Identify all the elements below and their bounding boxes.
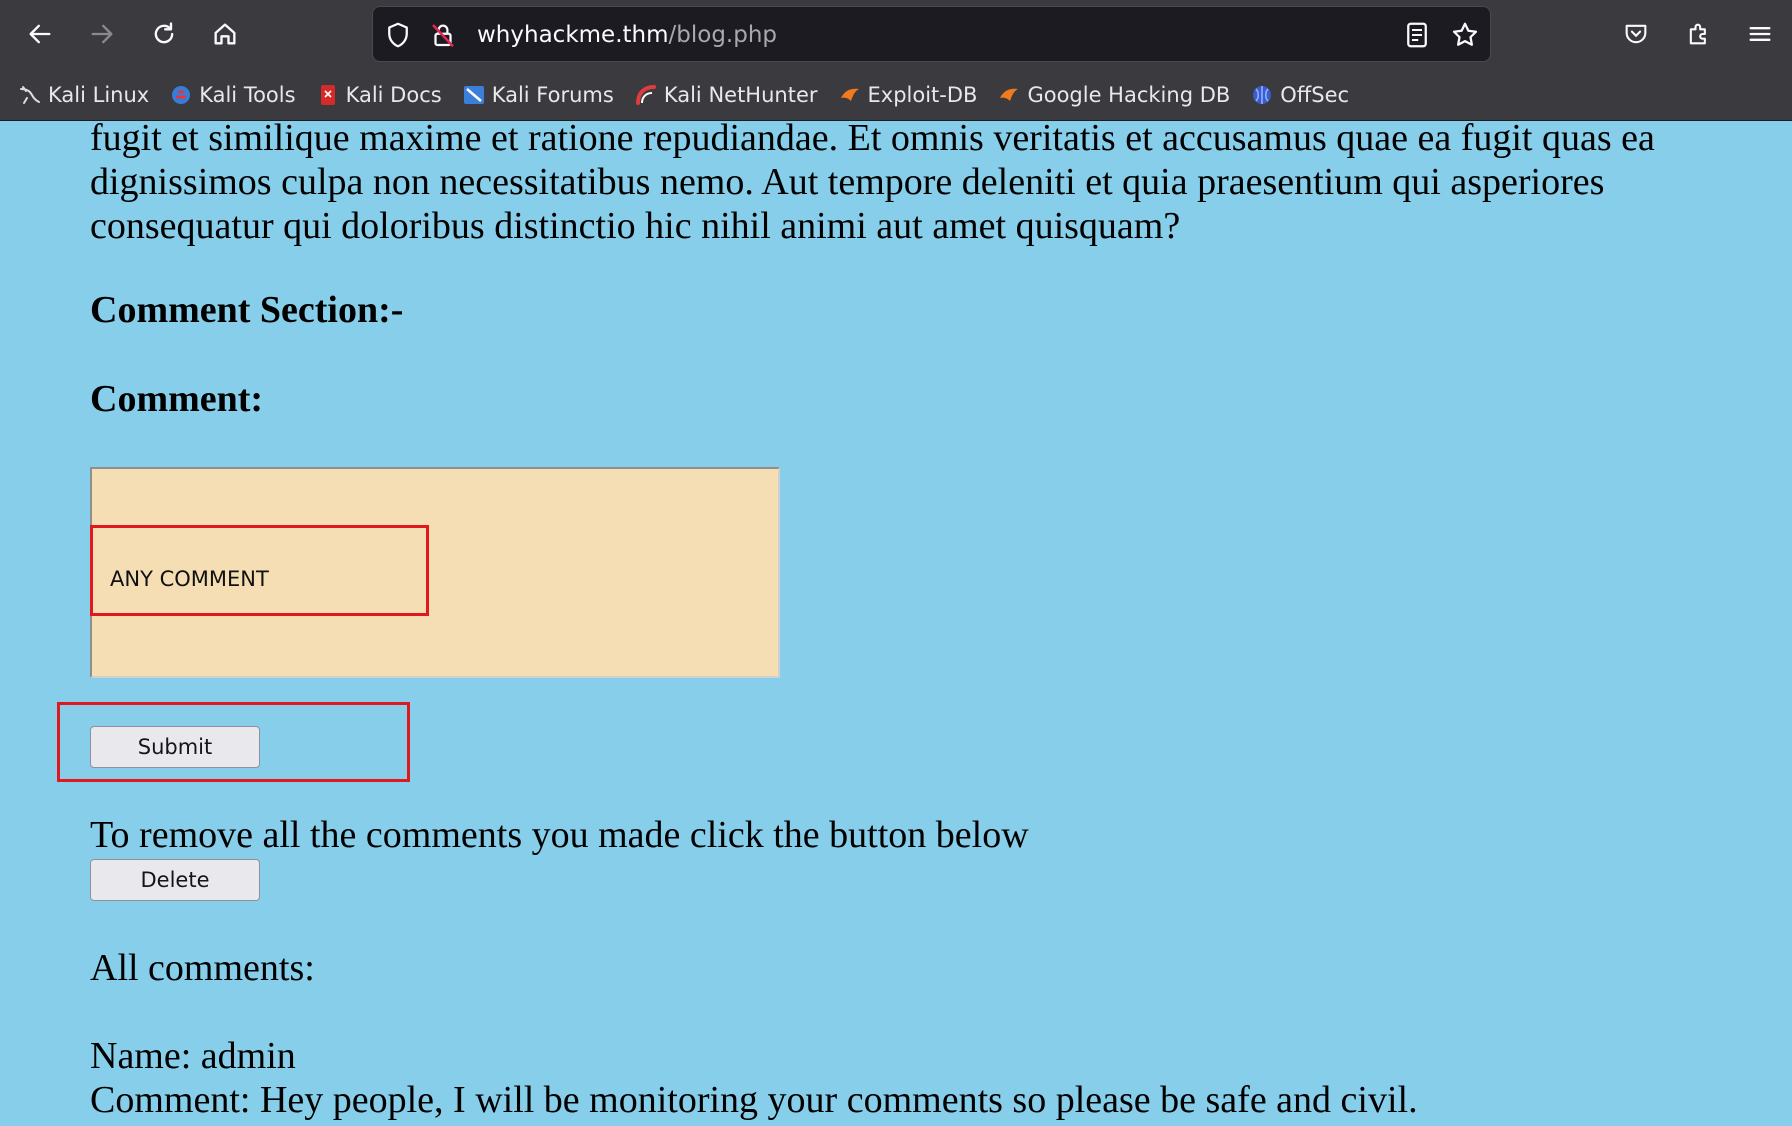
bookmark-kali-tools[interactable]: Kali Tools	[169, 83, 296, 107]
ghdb-icon	[1000, 88, 1019, 101]
comment-author: Name: admin	[90, 1035, 296, 1077]
all-comments-label: All comments:	[90, 947, 315, 989]
bookmark-label: Kali Docs	[345, 83, 442, 107]
delete-button[interactable]: Delete	[90, 859, 260, 901]
browser-toolbar: whyhackme.thm/blog.php Kali Linux Kali T…	[0, 0, 1792, 121]
bookmarks-bar: Kali Linux Kali Tools Kali Docs Kali For…	[18, 78, 1349, 112]
intro-paragraph: fugit et similique maxime et ratione rep…	[90, 117, 1655, 247]
comment-highlight-box	[90, 525, 429, 616]
url-text[interactable]: whyhackme.thm/blog.php	[477, 7, 777, 63]
remove-comments-text: To remove all the comments you made clic…	[90, 814, 1029, 856]
puzzle-icon	[1689, 23, 1706, 45]
bookmark-kali-linux[interactable]: Kali Linux	[18, 83, 149, 107]
insecure-lock-icon[interactable]	[428, 20, 458, 50]
reload-icon	[154, 22, 174, 44]
forward-arrow-icon	[91, 24, 113, 44]
back-button[interactable]	[18, 12, 62, 56]
pocket-icon	[1625, 24, 1647, 44]
comment-label: Comment:	[90, 378, 264, 420]
bookmark-label: Kali Linux	[48, 83, 150, 107]
bookmark-label: OffSec	[1280, 83, 1350, 107]
shield-icon[interactable]	[383, 20, 413, 50]
nethunter-icon	[635, 85, 656, 105]
comment-section-heading: Comment Section:-	[90, 289, 404, 331]
bookmark-kali-forums[interactable]: Kali Forums	[462, 83, 614, 107]
bookmark-kali-docs[interactable]: Kali Docs	[316, 83, 442, 107]
address-bar[interactable]: whyhackme.thm/blog.php	[372, 6, 1491, 62]
url-host: whyhackme.thm	[477, 22, 669, 48]
hamburger-menu-icon	[1749, 27, 1771, 41]
reader-view-icon[interactable]	[1402, 20, 1432, 50]
extensions-button[interactable]	[1677, 12, 1721, 56]
pocket-button[interactable]	[1614, 12, 1658, 56]
bookmark-offsec[interactable]: OffSec	[1250, 83, 1349, 107]
bookmark-label: Google Hacking DB	[1027, 83, 1231, 107]
bookmark-google-hacking-db[interactable]: Google Hacking DB	[997, 83, 1230, 107]
reload-button[interactable]	[142, 12, 186, 56]
bookmark-label: Kali Tools	[199, 83, 296, 107]
url-path: /blog.php	[668, 22, 778, 48]
submit-button[interactable]: Submit	[90, 726, 260, 768]
bookmark-star-icon[interactable]	[1450, 20, 1480, 50]
kali-forums-icon	[463, 86, 484, 104]
comment-body: Comment: Hey people, I will be monitorin…	[90, 1079, 1418, 1121]
bookmark-label: Exploit-DB	[867, 83, 978, 107]
offsec-icon	[1253, 86, 1272, 104]
kali-tools-icon	[172, 86, 191, 104]
back-arrow-icon	[29, 24, 51, 44]
bookmark-exploit-db[interactable]: Exploit-DB	[838, 83, 978, 107]
bookmark-label: Kali Forums	[491, 83, 614, 107]
forward-button[interactable]	[80, 12, 124, 56]
exploitdb-icon	[840, 88, 859, 101]
menu-button[interactable]	[1738, 12, 1782, 56]
home-button[interactable]	[203, 12, 247, 56]
home-icon	[214, 23, 236, 45]
bookmark-label: Kali NetHunter	[663, 83, 818, 107]
kali-docs-icon	[320, 85, 335, 105]
bookmark-kali-nethunter[interactable]: Kali NetHunter	[634, 83, 818, 107]
kali-dragon-icon	[20, 86, 40, 104]
